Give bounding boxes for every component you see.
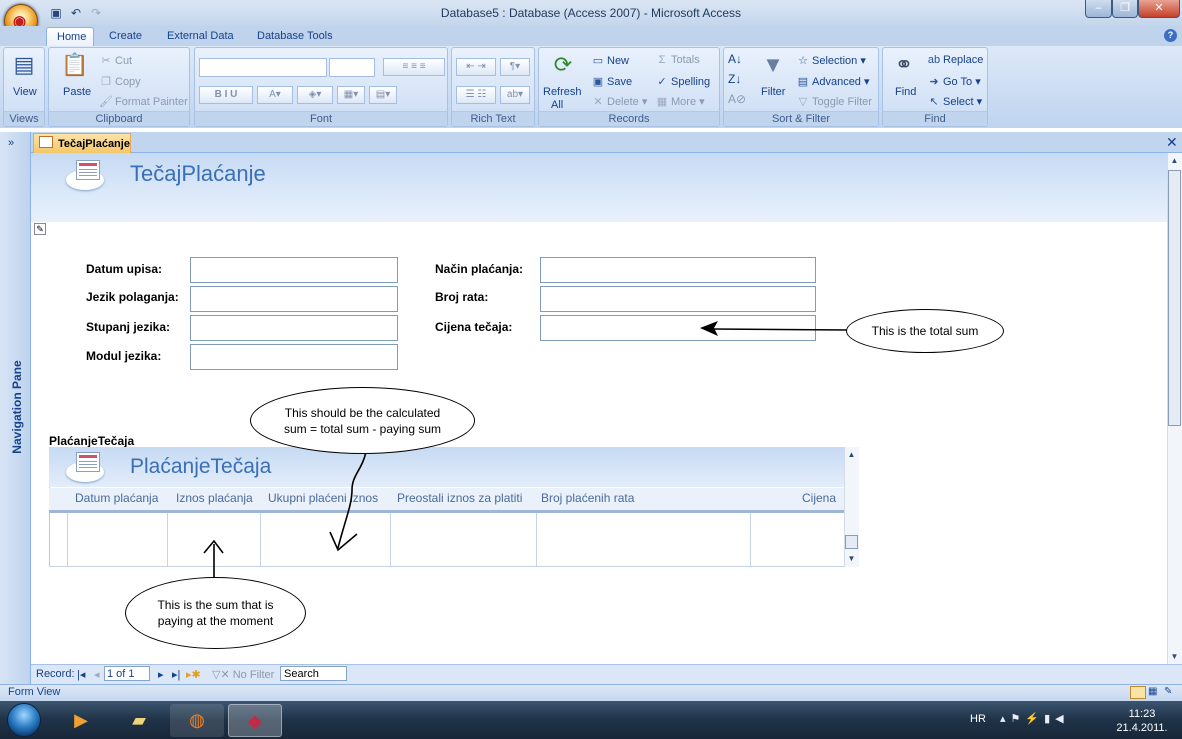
last-record-icon[interactable]: ▸| — [172, 668, 180, 681]
clock[interactable]: 11:23 21.4.2011. — [1112, 707, 1172, 735]
annotation-paying-sum: This is the sum that is paying at the mo… — [125, 577, 306, 649]
new-record-icon[interactable]: ▸✱ — [186, 668, 201, 681]
next-record-icon[interactable]: ▸ — [158, 668, 164, 681]
status-text: Form View — [8, 686, 61, 698]
access-icon[interactable]: ◆ — [228, 704, 282, 737]
firefox-icon[interactable]: ◍ — [170, 704, 224, 737]
annotation-calculated-sum: This should be the calculated sum = tota… — [250, 387, 475, 454]
start-button[interactable] — [7, 703, 41, 737]
first-record-icon[interactable]: |◂ — [77, 668, 85, 681]
record-navigation-bar — [31, 664, 1182, 684]
design-view-icon[interactable]: ✎ — [1164, 686, 1178, 699]
no-filter-label: No Filter — [232, 669, 275, 681]
status-bar — [0, 684, 1182, 701]
tray-icons[interactable]: ▴⚑⚡▮◀ — [1000, 712, 1069, 725]
clock-date: 21.4.2011. — [1116, 722, 1168, 734]
no-filter-button[interactable]: ▽✕ No Filter — [212, 668, 274, 681]
annotation-total-sum: This is the total sum — [846, 309, 1004, 353]
previous-record-icon[interactable]: ◂ — [94, 668, 100, 681]
record-label: Record: — [36, 668, 75, 680]
record-position: 1 of 1 — [107, 668, 135, 680]
search-placeholder: Search — [284, 668, 319, 680]
filter-off-icon: ▽✕ — [212, 669, 233, 681]
explorer-folder-icon[interactable]: ▰ — [112, 704, 166, 737]
language-indicator[interactable]: HR — [970, 713, 986, 725]
clock-time: 11:23 — [1128, 708, 1156, 720]
datasheet-view-icon[interactable]: ▦ — [1148, 686, 1162, 699]
media-player-icon[interactable]: ▶ — [54, 704, 108, 737]
form-view-icon[interactable] — [1130, 686, 1146, 699]
